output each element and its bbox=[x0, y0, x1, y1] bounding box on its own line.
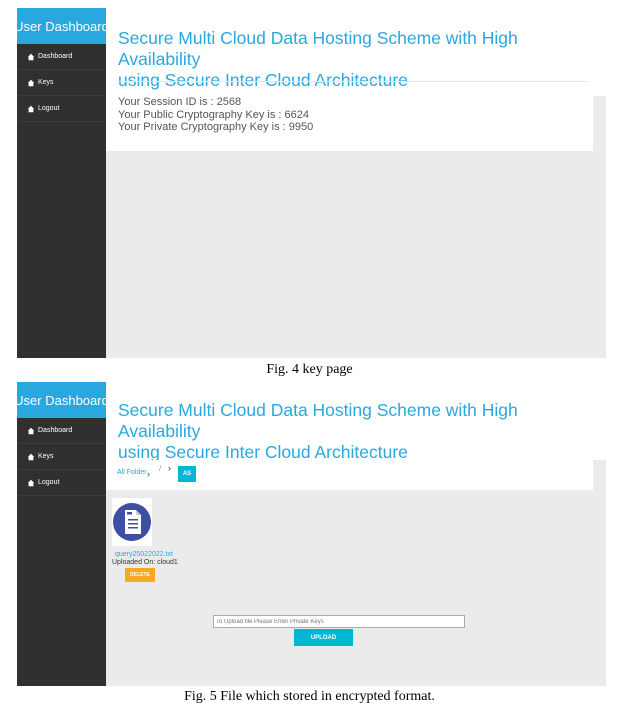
session-id-text: Your Session ID is : 2568 bbox=[118, 96, 242, 108]
file-location-text: Uploaded On: cloud1 bbox=[112, 559, 178, 566]
page-title-line-1: Secure Multi Cloud Data Hosting Scheme w… bbox=[118, 400, 518, 441]
sidebar-title: User Dashboard bbox=[17, 382, 109, 418]
sidebar-item-logout[interactable]: Logout bbox=[17, 96, 106, 122]
delete-button[interactable]: DELETE bbox=[125, 568, 155, 582]
public-key-text: Your Public Cryptography Key is : 6624 bbox=[118, 108, 309, 121]
keys-icon bbox=[27, 79, 35, 87]
sidebar-item-label: Logout bbox=[38, 479, 60, 486]
sidebar-item-keys[interactable]: Keys bbox=[17, 444, 106, 470]
breadcrumb: All Folder › / › AS bbox=[106, 460, 593, 490]
sidebar-item-dashboard[interactable]: Dashboard bbox=[17, 44, 106, 70]
keys-icon bbox=[27, 453, 35, 461]
private-key-input[interactable] bbox=[213, 615, 465, 628]
dashboard-icon bbox=[27, 53, 35, 61]
sidebar-item-label: Logout bbox=[38, 105, 60, 112]
key-info-panel: Your Session ID is : 2568 Your Public Cr… bbox=[106, 96, 593, 151]
file-page-screenshot: User Dashboard Dashboard Keys Logout Sec… bbox=[17, 382, 606, 686]
breadcrumb-folder-badge[interactable]: AS bbox=[178, 466, 196, 482]
sidebar-item-keys[interactable]: Keys bbox=[17, 70, 106, 96]
sidebar-title: User Dashboard bbox=[17, 8, 109, 44]
private-key-text: Your Private Cryptography Key is : 9950 bbox=[118, 121, 314, 133]
logout-icon bbox=[27, 479, 35, 487]
page-title-line-1: Secure Multi Cloud Data Hosting Scheme w… bbox=[118, 28, 518, 69]
sidebar-item-label: Dashboard bbox=[38, 427, 73, 434]
sidebar-item-label: Keys bbox=[38, 453, 54, 460]
breadcrumb-all-folder[interactable]: All Folder bbox=[117, 469, 147, 476]
dashboard-icon bbox=[27, 427, 35, 435]
page-header: Secure Multi Cloud Data Hosting Scheme w… bbox=[106, 8, 606, 96]
key-page-screenshot: User Dashboard Dashboard Keys Logout Sec… bbox=[17, 8, 606, 358]
upload-button[interactable]: UPLOAD bbox=[294, 629, 353, 646]
sidebar-item-dashboard[interactable]: Dashboard bbox=[17, 418, 106, 444]
figure-4-caption: Fig. 4 key page bbox=[266, 362, 353, 377]
title-divider bbox=[118, 81, 588, 82]
page-title: Secure Multi Cloud Data Hosting Scheme w… bbox=[118, 400, 588, 463]
sidebar: User Dashboard Dashboard Keys Logout bbox=[17, 382, 109, 686]
chevron-right-icon: › bbox=[168, 463, 171, 473]
sidebar-item-logout[interactable]: Logout bbox=[17, 470, 106, 496]
sidebar-item-label: Keys bbox=[38, 79, 54, 86]
document-icon[interactable] bbox=[112, 498, 152, 546]
breadcrumb-separator: / bbox=[159, 464, 162, 473]
logout-icon bbox=[27, 105, 35, 113]
figure-5-caption: Fig. 5 File which stored in encrypted fo… bbox=[184, 689, 435, 704]
page-header: Secure Multi Cloud Data Hosting Scheme w… bbox=[106, 382, 606, 463]
sidebar-item-label: Dashboard bbox=[38, 53, 73, 60]
sidebar: User Dashboard Dashboard Keys Logout bbox=[17, 8, 109, 358]
file-name-link[interactable]: query25022022.txt bbox=[115, 551, 173, 558]
chevron-right-icon: › bbox=[147, 469, 150, 479]
